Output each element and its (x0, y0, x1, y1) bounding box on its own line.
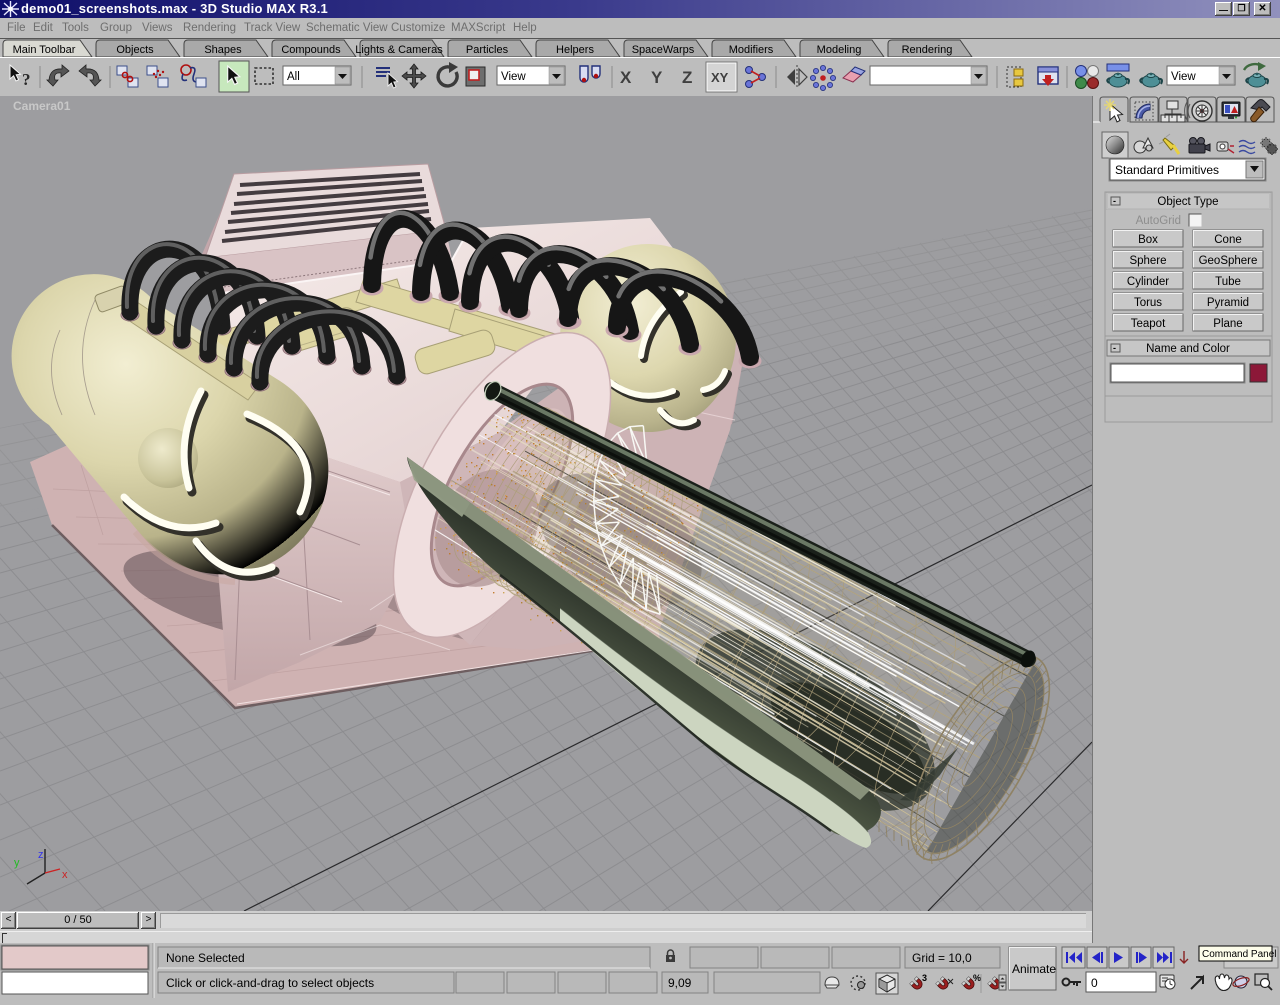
svg-text:x: x (62, 869, 68, 881)
svg-text:?: ? (22, 70, 31, 89)
svg-text:Main Toolbar: Main Toolbar (13, 44, 76, 56)
svg-text:Compounds: Compounds (281, 44, 341, 56)
svg-text:Modifiers: Modifiers (729, 44, 774, 56)
svg-text:Y: Y (651, 68, 663, 87)
svg-text:Z: Z (682, 68, 692, 87)
svg-text:GeoSphere: GeoSphere (1199, 255, 1258, 267)
svg-text:Cone: Cone (1214, 234, 1242, 246)
svg-text:Teapot: Teapot (1131, 318, 1166, 330)
svg-text:Standard Primitives: Standard Primitives (1115, 163, 1219, 177)
svg-text:Grid = 10,0: Grid = 10,0 (912, 951, 972, 965)
svg-text:View: View (501, 71, 526, 83)
svg-text:Command Panel: Command Panel (1202, 949, 1276, 960)
svg-text:Plane: Plane (1213, 318, 1242, 330)
svg-text:Name and Color: Name and Color (1146, 343, 1230, 355)
svg-text:Helpers: Helpers (556, 44, 594, 56)
svg-text:Shapes: Shapes (204, 44, 242, 56)
svg-text:-: - (1113, 196, 1116, 206)
svg-text:Modeling: Modeling (817, 44, 862, 56)
svg-text:Box: Box (1138, 234, 1158, 246)
svg-text:0: 0 (1091, 976, 1098, 990)
svg-text:3: 3 (922, 973, 927, 983)
svg-text:Cylinder: Cylinder (1127, 276, 1169, 288)
svg-text:All: All (287, 71, 300, 83)
svg-text:Animate: Animate (1012, 962, 1056, 976)
svg-text:Particles: Particles (466, 44, 509, 56)
svg-text:Object Type: Object Type (1157, 196, 1218, 208)
svg-text:Tube: Tube (1215, 276, 1241, 288)
svg-text:y: y (14, 857, 20, 869)
svg-text:Rendering: Rendering (902, 44, 953, 56)
svg-text:AutoGrid: AutoGrid (1136, 215, 1181, 227)
svg-text:-: - (1113, 343, 1116, 353)
svg-text:z: z (38, 849, 44, 861)
svg-text:Torus: Torus (1134, 297, 1162, 309)
svg-text:None Selected: None Selected (166, 951, 245, 965)
svg-text:X: X (620, 68, 632, 87)
svg-text:XY: XY (711, 70, 729, 85)
svg-text:%: % (973, 973, 981, 983)
svg-text:Click or click-and-drag to sel: Click or click-and-drag to select object… (166, 976, 374, 990)
svg-text:View: View (1171, 71, 1196, 83)
svg-text:9,09: 9,09 (668, 976, 692, 990)
svg-text:Objects: Objects (116, 44, 154, 56)
svg-text:Camera01: Camera01 (13, 99, 71, 113)
svg-text:Lights & Cameras: Lights & Cameras (355, 44, 443, 56)
svg-text:SpaceWarps: SpaceWarps (632, 44, 695, 56)
svg-text:Pyramid: Pyramid (1207, 297, 1249, 309)
svg-text:Sphere: Sphere (1129, 255, 1166, 267)
